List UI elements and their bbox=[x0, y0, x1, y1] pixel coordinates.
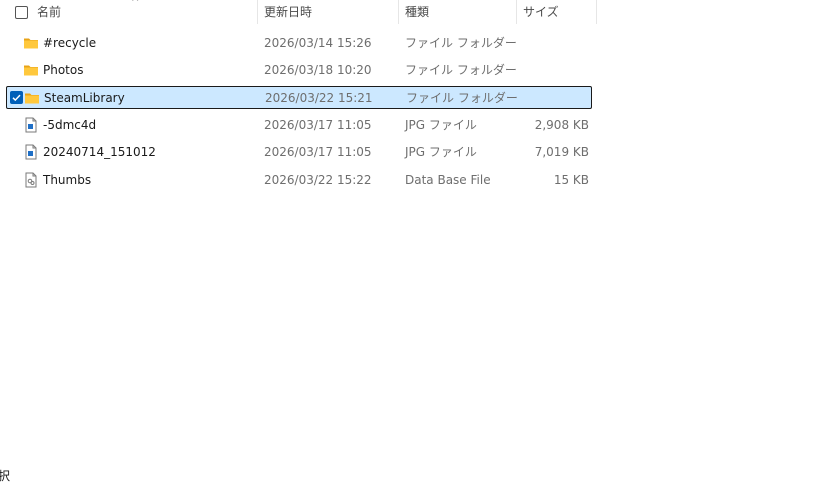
image-file-icon bbox=[23, 117, 39, 133]
file-row[interactable]: SteamLibrary 2026/03/22 15:21 ファイル フォルダー bbox=[6, 86, 592, 109]
file-row[interactable]: -5dmc4d 2026/03/17 11:05 JPG ファイル 2,908 KB bbox=[6, 114, 592, 137]
sort-ascending-icon: ^ bbox=[131, 0, 140, 8]
column-header-bar: 名前 ^ 更新日時 種類 サイズ bbox=[0, 0, 600, 24]
file-modified-date: 2026/03/22 15:21 bbox=[265, 91, 373, 105]
column-header-size[interactable]: サイズ bbox=[523, 4, 593, 22]
file-type: JPG ファイル bbox=[405, 118, 477, 132]
file-size: 7,019 KB bbox=[534, 145, 589, 159]
column-header-name[interactable]: 名前 bbox=[37, 4, 255, 22]
folder-icon bbox=[23, 62, 39, 78]
column-header-date-label: 更新日時 bbox=[264, 5, 313, 19]
column-divider[interactable] bbox=[516, 0, 517, 24]
file-size: 2,908 KB bbox=[534, 118, 589, 132]
file-type: Data Base File bbox=[405, 173, 491, 187]
file-name: #recycle bbox=[43, 36, 97, 50]
file-modified-date: 2026/03/22 15:22 bbox=[264, 173, 372, 187]
file-explorer-details-view: 名前 ^ 更新日時 種類 サイズ #recycle 2026/03/14 15:2… bbox=[0, 0, 821, 488]
folder-icon bbox=[24, 90, 40, 106]
column-divider[interactable] bbox=[398, 0, 399, 24]
column-divider[interactable] bbox=[596, 0, 597, 24]
file-type: ファイル フォルダー bbox=[406, 91, 518, 105]
file-type: ファイル フォルダー bbox=[405, 36, 517, 50]
column-header-date[interactable]: 更新日時 bbox=[264, 4, 394, 22]
file-type: JPG ファイル bbox=[405, 145, 477, 159]
file-row[interactable]: Thumbs 2026/03/22 15:22 Data Base File 15 K… bbox=[6, 169, 592, 192]
status-bar-text: 択 bbox=[0, 469, 11, 483]
file-row[interactable]: 20240714_151012 2026/03/17 11:05 JPG ファイル 7… bbox=[6, 141, 592, 164]
file-modified-date: 2026/03/14 15:26 bbox=[264, 36, 372, 50]
file-row[interactable]: Photos 2026/03/18 10:20 ファイル フォルダー bbox=[6, 59, 592, 82]
column-divider[interactable] bbox=[257, 0, 258, 24]
column-header-name-label: 名前 bbox=[37, 5, 62, 19]
file-name: Thumbs bbox=[43, 173, 92, 187]
file-modified-date: 2026/03/18 10:20 bbox=[264, 63, 372, 77]
file-row[interactable]: #recycle 2026/03/14 15:26 ファイル フォルダー bbox=[6, 32, 592, 55]
file-modified-date: 2026/03/17 11:05 bbox=[264, 118, 372, 132]
file-type: ファイル フォルダー bbox=[405, 63, 517, 77]
database-file-icon bbox=[23, 172, 39, 188]
file-name: 20240714_151012 bbox=[43, 145, 156, 159]
column-header-type[interactable]: 種類 bbox=[405, 4, 513, 22]
file-name: SteamLibrary bbox=[44, 91, 125, 105]
column-header-type-label: 種類 bbox=[405, 5, 430, 19]
select-all-checkbox[interactable] bbox=[15, 6, 28, 19]
folder-icon bbox=[23, 35, 39, 51]
file-name: Photos bbox=[43, 63, 84, 77]
image-file-icon bbox=[23, 144, 39, 160]
file-name: -5dmc4d bbox=[43, 118, 97, 132]
column-header-size-label: サイズ bbox=[523, 5, 559, 19]
file-modified-date: 2026/03/17 11:05 bbox=[264, 145, 372, 159]
row-checkbox-checked[interactable] bbox=[10, 91, 23, 104]
file-size: 15 KB bbox=[553, 173, 589, 187]
